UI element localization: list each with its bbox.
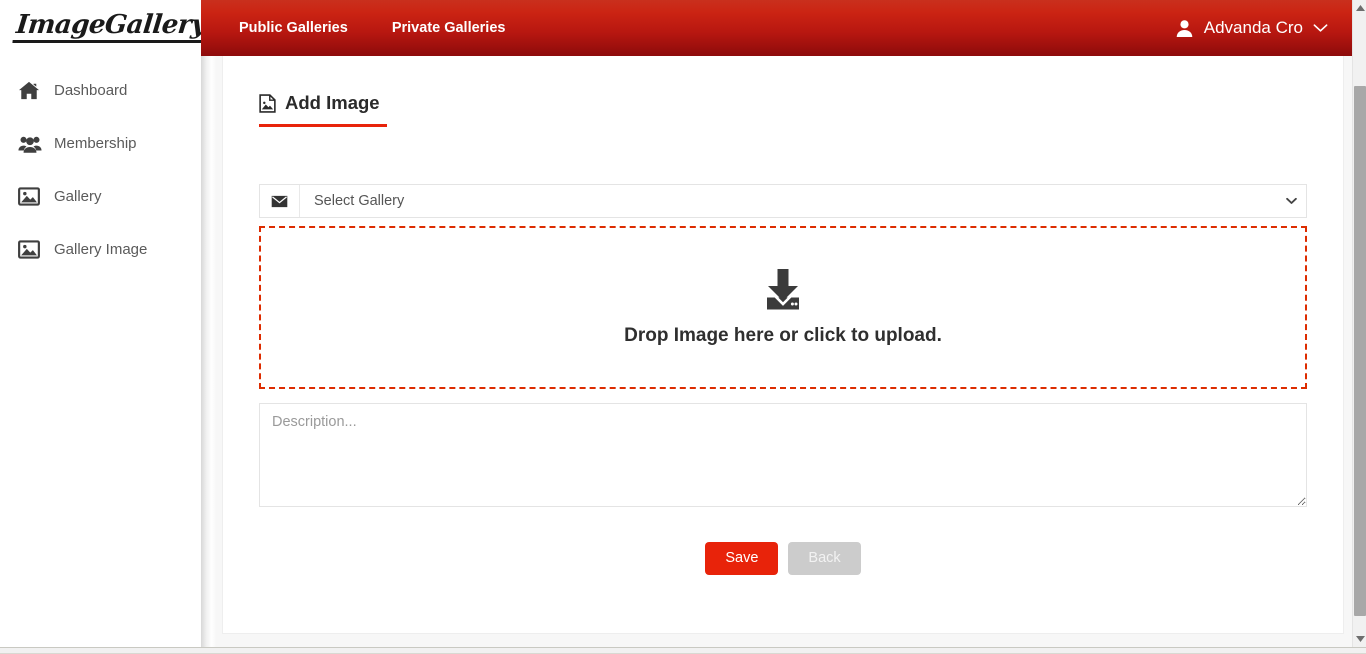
gallery-select[interactable]: Select Gallery [300,185,1276,217]
brand-logo[interactable]: ImageGallery [0,0,210,56]
sidebar-item-label: Dashboard [54,82,128,99]
image-icon [18,187,48,206]
app-root: ImageGallery Dashboard Membership Galler… [0,0,1366,654]
image-icon [18,240,48,259]
triangle-down-icon[interactable] [1353,632,1366,646]
nav-private-galleries[interactable]: Private Galleries [392,20,506,36]
sidebar: ImageGallery Dashboard Membership Galler… [0,0,210,647]
page-title-text: Add Image [285,92,380,113]
sidebar-item-gallery[interactable]: Gallery [0,170,201,223]
brand-logo-text: ImageGallery [12,10,210,44]
back-button[interactable]: Back [788,542,861,576]
sidebar-item-membership[interactable]: Membership [0,117,201,170]
sidebar-item-label: Gallery [54,188,102,205]
sidebar-item-label: Membership [54,135,137,152]
sidebar-item-label: Gallery Image [54,241,148,258]
dropzone-label: Drop Image here or click to upload. [624,325,942,346]
sidebar-nav: Dashboard Membership Gallery Gallery Ima… [0,64,201,276]
page-bottom-edge [0,647,1366,654]
nav-public-galleries[interactable]: Public Galleries [239,20,348,36]
form-actions: Save Back [259,542,1307,576]
sidebar-item-gallery-image[interactable]: Gallery Image [0,223,201,276]
top-header: Public Galleries Private Galleries Advan… [201,0,1352,56]
gallery-select-group: Select Gallery [259,184,1307,218]
user-menu[interactable]: Advanda Cro [1175,18,1328,38]
page-title: Add Image [259,92,387,127]
scrollbar-thumb[interactable] [1354,86,1366,616]
users-icon [18,134,48,154]
page-title-row: Add Image [259,92,387,127]
add-image-card: Add Image Select Gallery Drop Image here… [222,56,1344,634]
download-icon [760,268,806,317]
user-menu-label: Advanda Cro [1203,18,1303,37]
header-nav: Public Galleries Private Galleries [239,20,549,36]
user-icon [1175,19,1194,38]
add-image-form: Select Gallery Drop Image here or click … [259,184,1307,576]
home-icon [18,81,48,101]
triangle-up-icon[interactable] [1353,1,1366,15]
chevron-down-icon [1276,185,1306,217]
sidebar-item-dashboard[interactable]: Dashboard [0,64,201,117]
image-dropzone[interactable]: Drop Image here or click to upload. [259,226,1307,389]
envelope-icon [260,185,300,217]
vertical-scrollbar[interactable] [1352,0,1366,647]
description-input[interactable] [259,403,1307,507]
chevron-down-icon [1313,23,1328,33]
save-button[interactable]: Save [705,542,779,576]
file-image-icon [259,93,276,113]
content-area: Add Image Select Gallery Drop Image here… [216,56,1352,647]
scrollbar-track-top[interactable] [1353,14,1366,86]
sidebar-divider [201,56,216,647]
